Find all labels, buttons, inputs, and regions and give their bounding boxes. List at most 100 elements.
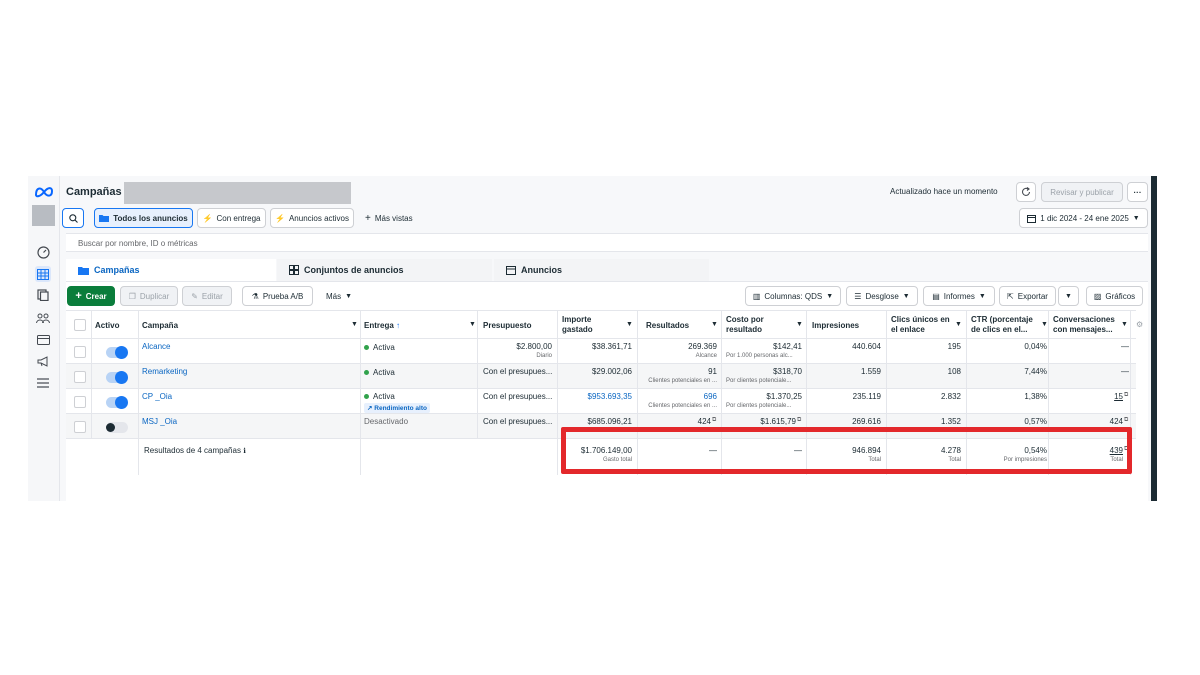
ctr-value: 0,57% bbox=[1024, 417, 1047, 426]
more-options-button[interactable]: ··· bbox=[1127, 182, 1148, 202]
table-row[interactable]: Alcance Activa $2.800,00 Diario $38.361,… bbox=[66, 339, 1136, 364]
columns-button[interactable]: ▥ Columnas: QDS ▼ bbox=[745, 286, 841, 306]
high-performance-badge: ↗ Rendimiento alto bbox=[364, 403, 430, 413]
charts-button[interactable]: ▨ Gráficos bbox=[1086, 286, 1143, 306]
campaign-toggle[interactable] bbox=[106, 396, 128, 409]
col-messaging-conversations[interactable]: Conversaciones con mensajes... bbox=[1053, 315, 1115, 335]
chevron-down-icon[interactable]: ▼ bbox=[955, 321, 962, 328]
view-all-ads-label: Todos los anuncios bbox=[113, 213, 188, 223]
col-delivery[interactable]: Entrega ↑ bbox=[364, 321, 400, 331]
export-icon: ⇱ bbox=[1007, 291, 1014, 301]
conversations-value: — bbox=[1121, 342, 1129, 351]
table-row[interactable]: Remarketing Activa Con el presupues... $… bbox=[66, 364, 1136, 389]
review-publish-button[interactable]: Revisar y publicar bbox=[1041, 182, 1123, 202]
select-all-checkbox[interactable] bbox=[74, 319, 86, 331]
gauge-icon[interactable] bbox=[35, 244, 51, 260]
col-campaign[interactable]: Campaña bbox=[142, 321, 178, 331]
col-ctr[interactable]: CTR (porcentaje de clics en el... bbox=[971, 315, 1033, 335]
left-nav-rail bbox=[28, 176, 60, 501]
campaign-name-link[interactable]: CP _Oia bbox=[142, 392, 172, 401]
chevron-down-icon[interactable]: ▼ bbox=[1041, 321, 1048, 328]
menu-icon[interactable] bbox=[35, 375, 51, 391]
meta-logo-icon[interactable] bbox=[34, 185, 54, 199]
more-views-button[interactable]: + Más vistas bbox=[365, 208, 413, 228]
chevron-down-icon[interactable]: ▼ bbox=[469, 321, 476, 328]
grid-line bbox=[557, 310, 558, 475]
external-link-icon[interactable]: ⧉ bbox=[1124, 417, 1128, 424]
row-checkbox[interactable] bbox=[74, 421, 86, 433]
conversations-value[interactable]: 15 bbox=[1053, 392, 1123, 401]
export-button[interactable]: ⇱ Exportar bbox=[999, 286, 1056, 306]
chevron-down-icon: ▼ bbox=[1132, 214, 1140, 222]
col-active[interactable]: Activo bbox=[95, 321, 119, 331]
amount-spent-value[interactable]: $953.693,35 bbox=[562, 392, 633, 401]
campaign-name-link[interactable]: Alcance bbox=[142, 342, 170, 351]
results-sub: Clientes potenciales en ... bbox=[648, 378, 717, 384]
search-icon bbox=[68, 213, 78, 223]
duplicate-label: Duplicar bbox=[139, 291, 170, 301]
export-dropdown-button[interactable]: ▼ bbox=[1058, 286, 1079, 306]
chevron-down-icon[interactable]: ▼ bbox=[796, 321, 803, 328]
more-actions-button[interactable]: Más ▼ bbox=[326, 286, 352, 306]
account-avatar[interactable] bbox=[32, 205, 55, 226]
pages-icon[interactable] bbox=[35, 287, 51, 303]
row-checkbox[interactable] bbox=[74, 371, 86, 383]
billing-card-icon[interactable] bbox=[35, 332, 51, 348]
view-all-ads-button[interactable]: Todos los anuncios bbox=[94, 208, 193, 228]
view-active-ads-button[interactable]: ⚡ Anuncios activos bbox=[270, 208, 354, 228]
results-value: 424 bbox=[697, 417, 711, 426]
amount-spent-value: $38.361,71 bbox=[591, 342, 632, 351]
external-link-icon[interactable]: ⧉ bbox=[712, 417, 716, 424]
edit-button[interactable]: ✎ Editar bbox=[182, 286, 232, 306]
results-value[interactable]: 696 bbox=[641, 392, 717, 401]
settings-gear-icon[interactable]: ⚙ bbox=[1136, 320, 1143, 329]
tab-adsets-label: Conjuntos de anuncios bbox=[304, 265, 404, 275]
impressions-value: 440.604 bbox=[852, 342, 881, 351]
tab-ads[interactable]: Anuncios bbox=[494, 259, 709, 281]
cost-per-result-value: $1.615,79 bbox=[760, 417, 796, 426]
row-checkbox[interactable] bbox=[74, 346, 86, 358]
campaign-toggle[interactable] bbox=[106, 422, 128, 433]
chevron-down-icon[interactable]: ▼ bbox=[1121, 321, 1128, 328]
audience-icon[interactable] bbox=[35, 310, 51, 326]
campaign-toggle[interactable] bbox=[106, 371, 128, 384]
table-icon[interactable] bbox=[35, 266, 51, 282]
chevron-down-icon: ▼ bbox=[1065, 292, 1072, 300]
campaign-name-link[interactable]: MSJ _Oia bbox=[142, 417, 177, 426]
col-unique-link-clicks[interactable]: Clics únicos en el enlace bbox=[891, 315, 950, 335]
campaign-name-link[interactable]: Remarketing bbox=[142, 367, 187, 376]
info-icon[interactable]: ℹ bbox=[243, 448, 246, 455]
col-results[interactable]: Resultados bbox=[646, 321, 689, 331]
col-budget[interactable]: Presupuesto bbox=[483, 321, 531, 331]
view-with-delivery-button[interactable]: ⚡ Con entrega bbox=[197, 208, 266, 228]
col-impressions[interactable]: Impresiones bbox=[812, 321, 859, 331]
tab-ads-label: Anuncios bbox=[521, 265, 563, 275]
chevron-down-icon[interactable]: ▼ bbox=[711, 321, 718, 328]
date-range-picker[interactable]: 1 dic 2024 - 24 ene 2025 ▼ bbox=[1019, 208, 1148, 228]
refresh-button[interactable] bbox=[1016, 182, 1036, 202]
col-cost-per-result[interactable]: Costo por resultado bbox=[726, 315, 764, 335]
results-value: 91 bbox=[708, 367, 717, 376]
ctr-value: 1,38% bbox=[1024, 392, 1047, 401]
table-row[interactable]: CP _Oia Activa ↗ Rendimiento alto Con el… bbox=[66, 389, 1136, 414]
duplicate-button[interactable]: ❐ Duplicar bbox=[120, 286, 178, 306]
last-updated-text: Actualizado hace un momento bbox=[890, 187, 998, 196]
results-sub: Alcance bbox=[695, 353, 717, 359]
megaphone-icon[interactable] bbox=[35, 353, 51, 369]
refresh-icon bbox=[1021, 187, 1031, 196]
external-link-icon[interactable]: ⧉ bbox=[797, 417, 801, 424]
breakdown-button[interactable]: ☰ Desglose ▼ bbox=[846, 286, 918, 306]
ab-test-button[interactable]: ⚗ Prueba A/B bbox=[242, 286, 313, 306]
row-checkbox[interactable] bbox=[74, 396, 86, 408]
search-toggle-button[interactable] bbox=[62, 208, 84, 228]
search-input[interactable]: Buscar por nombre, ID o métricas bbox=[66, 233, 1148, 252]
tab-adsets[interactable]: Conjuntos de anuncios bbox=[277, 259, 492, 281]
campaign-toggle[interactable] bbox=[106, 346, 128, 359]
col-amount-spent[interactable]: Importe gastado bbox=[562, 315, 593, 335]
reports-button[interactable]: ▤ Informes ▼ bbox=[923, 286, 995, 306]
tab-campaigns[interactable]: Campañas bbox=[66, 259, 276, 281]
chevron-down-icon[interactable]: ▼ bbox=[351, 321, 358, 328]
create-button[interactable]: + Crear bbox=[67, 286, 115, 306]
chevron-down-icon[interactable]: ▼ bbox=[626, 321, 633, 328]
external-link-icon[interactable]: ⧉ bbox=[1124, 392, 1128, 399]
